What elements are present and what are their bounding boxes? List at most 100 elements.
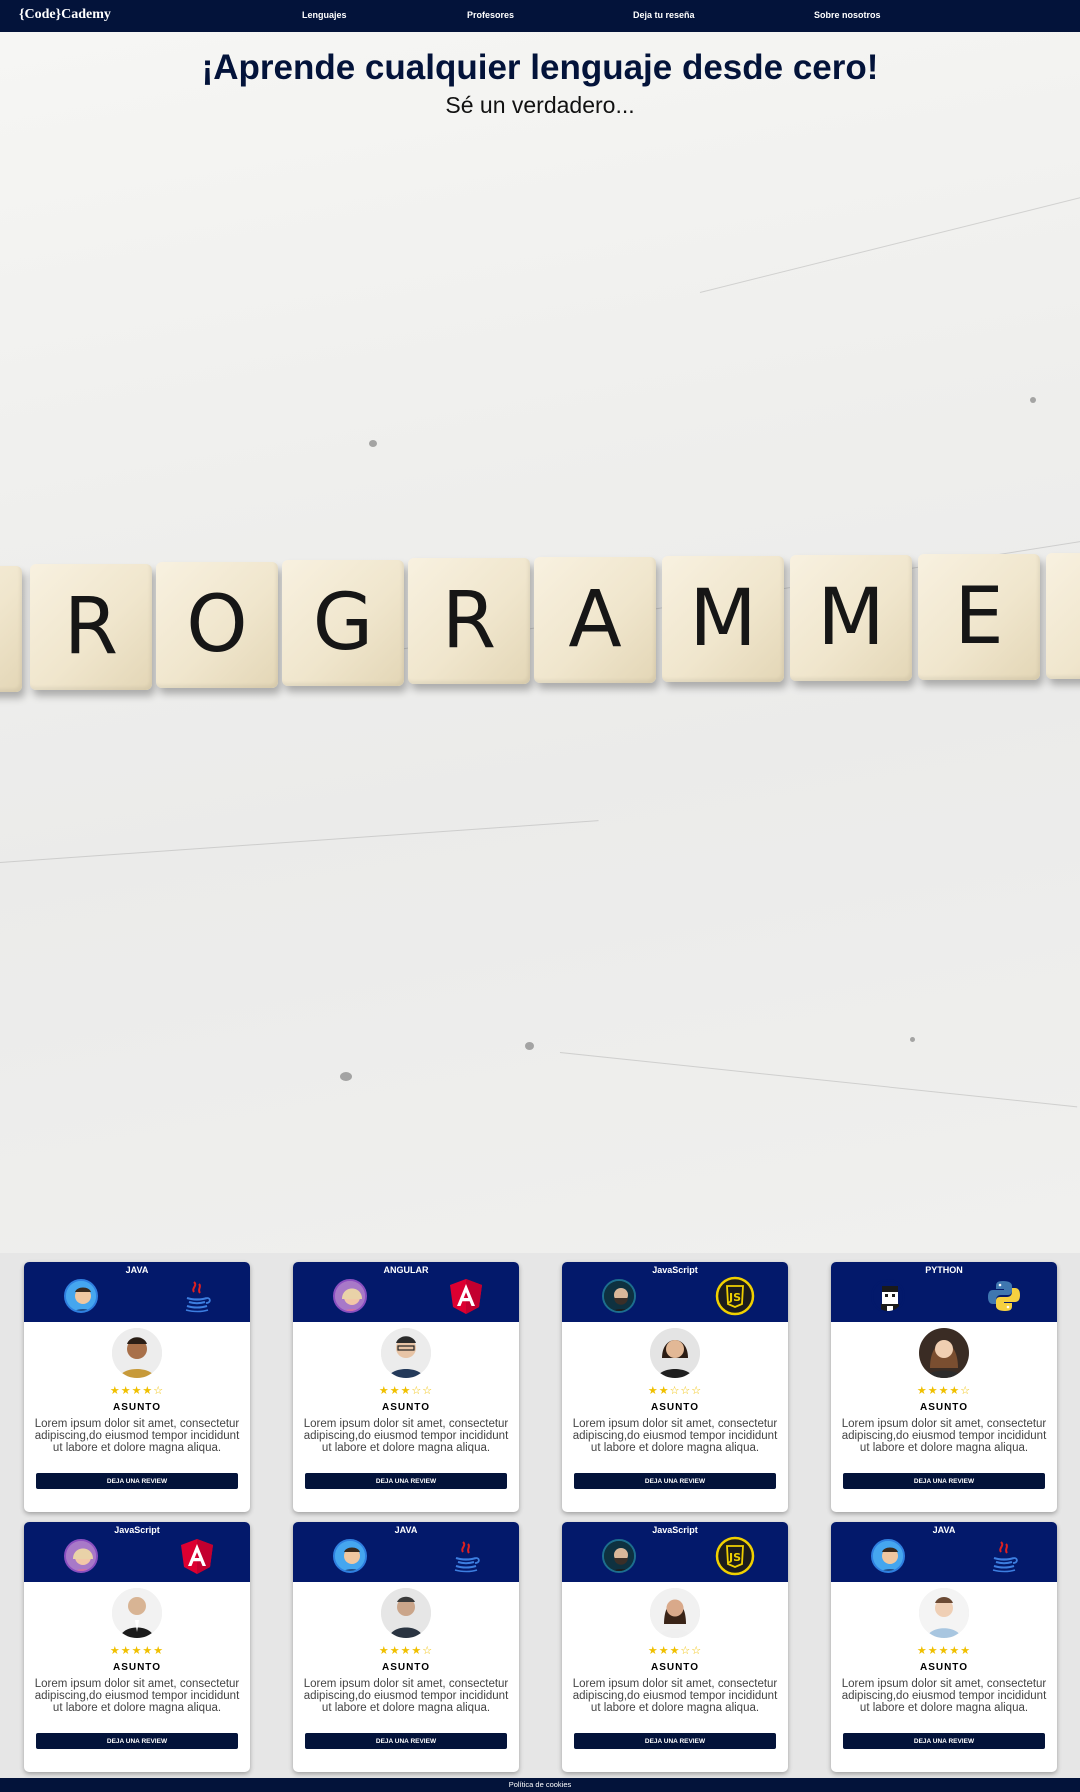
teacher-avatar bbox=[64, 1279, 98, 1313]
card-header: JAVA bbox=[24, 1262, 250, 1322]
marble-vein bbox=[0, 820, 599, 863]
navbar: {Code}Cademy Lenguajes Profesores Deja t… bbox=[0, 0, 1080, 32]
card-language: JAVA bbox=[932, 1525, 956, 1535]
teacher-avatar bbox=[64, 1539, 98, 1573]
card-header: JavaScript JS bbox=[562, 1522, 788, 1582]
tile-letter: A bbox=[534, 557, 656, 683]
card-header: PYTHON bbox=[831, 1262, 1057, 1322]
nav-link-lenguajes[interactable]: Lenguajes bbox=[302, 10, 347, 20]
svg-text:JS: JS bbox=[728, 1291, 741, 1304]
reviewer-avatar bbox=[919, 1588, 969, 1638]
card-header: JAVA bbox=[293, 1522, 519, 1582]
card-header: JAVA bbox=[831, 1522, 1057, 1582]
review-subject: ASUNTO bbox=[112, 1402, 162, 1413]
card-language: JavaScript bbox=[114, 1525, 160, 1535]
card-header: ANGULAR bbox=[293, 1262, 519, 1322]
teacher-avatar bbox=[871, 1539, 905, 1573]
review-body: Lorem ipsum dolor sit amet, consectetur … bbox=[841, 1418, 1047, 1454]
tile-blank bbox=[0, 566, 22, 692]
leave-review-button[interactable]: DEJA UNA REVIEW bbox=[36, 1733, 238, 1749]
card-language: ANGULAR bbox=[383, 1265, 429, 1275]
javascript-icon: JS bbox=[715, 1276, 755, 1316]
leave-review-button[interactable]: DEJA UNA REVIEW bbox=[843, 1473, 1045, 1489]
review-card: JAVA ★★★★☆ ASUNTO Lorem ipsum dolor sit ame… bbox=[24, 1262, 250, 1512]
star-rating: ★★★☆☆ bbox=[378, 1385, 434, 1397]
python-icon bbox=[984, 1276, 1024, 1316]
card-language: JAVA bbox=[394, 1525, 418, 1535]
tile-letter: M bbox=[662, 556, 784, 682]
teacher-avatar bbox=[333, 1539, 367, 1573]
leave-review-button[interactable]: DEJA UNA REVIEW bbox=[305, 1733, 507, 1749]
teacher-avatar bbox=[602, 1539, 636, 1573]
star-rating: ★★★★☆ bbox=[916, 1385, 972, 1397]
reviewer-avatar bbox=[650, 1588, 700, 1638]
review-card: JavaScript ★★★★★ ASUNTO Lorem ipsum dolor s… bbox=[24, 1522, 250, 1772]
teacher-avatar bbox=[602, 1279, 636, 1313]
hero-title: ¡Aprende cualquier lenguaje desde cero! bbox=[201, 48, 879, 87]
review-body: Lorem ipsum dolor sit amet, consectetur … bbox=[572, 1418, 778, 1454]
tile-blank bbox=[1046, 553, 1080, 679]
review-body: Lorem ipsum dolor sit amet, consectetur … bbox=[303, 1678, 509, 1714]
marble-vein bbox=[699, 190, 1080, 293]
review-subject: ASUNTO bbox=[919, 1402, 969, 1413]
star-rating: ★★★★★ bbox=[109, 1645, 165, 1657]
review-subject: ASUNTO bbox=[112, 1662, 162, 1673]
review-card: JAVA ★★★★★ ASUNTO Lorem ipsum dolor sit ame… bbox=[831, 1522, 1057, 1772]
card-language: JavaScript bbox=[652, 1525, 698, 1535]
marble-speck bbox=[369, 440, 377, 447]
review-card: ANGULAR ★★★☆☆ ASUNTO Lorem ipsum dolor sit … bbox=[293, 1262, 519, 1512]
brand-logo[interactable]: {Code}Cademy bbox=[19, 7, 111, 23]
reviewer-avatar bbox=[112, 1588, 162, 1638]
review-body: Lorem ipsum dolor sit amet, consectetur … bbox=[572, 1678, 778, 1714]
star-rating: ★★★★★ bbox=[916, 1645, 972, 1657]
reviewer-avatar bbox=[112, 1328, 162, 1378]
review-card: JAVA ★★★★☆ ASUNTO Lorem ipsum dolor sit ame… bbox=[293, 1522, 519, 1772]
nav-link-sobre-nosotros[interactable]: Sobre nosotros bbox=[814, 10, 881, 20]
leave-review-button[interactable]: DEJA UNA REVIEW bbox=[843, 1733, 1045, 1749]
card-language: PYTHON bbox=[925, 1265, 963, 1275]
java-icon bbox=[984, 1536, 1024, 1576]
cookies-link[interactable]: Política de cookies bbox=[509, 1780, 572, 1789]
card-header: JavaScript bbox=[24, 1522, 250, 1582]
reviewer-avatar bbox=[650, 1328, 700, 1378]
review-subject: ASUNTO bbox=[381, 1402, 431, 1413]
reviewer-avatar bbox=[381, 1588, 431, 1638]
review-card: JavaScript JS ★★☆☆☆ ASUNTO Lorem ipsum dolor… bbox=[562, 1262, 788, 1512]
teacher-avatar bbox=[871, 1279, 905, 1313]
java-icon bbox=[446, 1536, 486, 1576]
svg-text:JS: JS bbox=[728, 1551, 741, 1564]
tile-letter: E bbox=[918, 554, 1040, 680]
review-body: Lorem ipsum dolor sit amet, consectetur … bbox=[841, 1678, 1047, 1714]
card-header: JavaScript JS bbox=[562, 1262, 788, 1322]
javascript-icon: JS bbox=[715, 1536, 755, 1576]
star-rating: ★★★★☆ bbox=[109, 1385, 165, 1397]
tile-letter: R bbox=[408, 558, 530, 684]
star-rating: ★★★☆☆ bbox=[647, 1645, 703, 1657]
marble-speck bbox=[340, 1072, 352, 1081]
marble-speck bbox=[1030, 397, 1036, 403]
tile-letter: G bbox=[282, 560, 404, 686]
reviewer-avatar bbox=[919, 1328, 969, 1378]
java-icon bbox=[177, 1276, 217, 1316]
marble-speck bbox=[910, 1037, 915, 1042]
teacher-avatar bbox=[333, 1279, 367, 1313]
leave-review-button[interactable]: DEJA UNA REVIEW bbox=[574, 1473, 776, 1489]
leave-review-button[interactable]: DEJA UNA REVIEW bbox=[574, 1733, 776, 1749]
leave-review-button[interactable]: DEJA UNA REVIEW bbox=[305, 1473, 507, 1489]
review-card: JavaScript JS ★★★☆☆ ASUNTO Lorem ipsum dolor… bbox=[562, 1522, 788, 1772]
angular-icon bbox=[177, 1536, 217, 1576]
star-rating: ★★☆☆☆ bbox=[647, 1385, 703, 1397]
marble-vein bbox=[559, 1052, 1078, 1108]
leave-review-button[interactable]: DEJA UNA REVIEW bbox=[36, 1473, 238, 1489]
nav-link-deja-tu-resena[interactable]: Deja tu reseña bbox=[633, 10, 695, 20]
review-subject: ASUNTO bbox=[381, 1662, 431, 1673]
review-subject: ASUNTO bbox=[919, 1662, 969, 1673]
marble-speck bbox=[525, 1042, 534, 1050]
nav-link-profesores[interactable]: Profesores bbox=[467, 10, 514, 20]
angular-icon bbox=[446, 1276, 486, 1316]
review-body: Lorem ipsum dolor sit amet, consectetur … bbox=[34, 1418, 240, 1454]
footer: Política de cookies bbox=[0, 1778, 1080, 1792]
hero-section: ¡Aprende cualquier lenguaje desde cero! … bbox=[0, 32, 1080, 1253]
star-rating: ★★★★☆ bbox=[378, 1645, 434, 1657]
tile-letter: M bbox=[790, 555, 912, 681]
